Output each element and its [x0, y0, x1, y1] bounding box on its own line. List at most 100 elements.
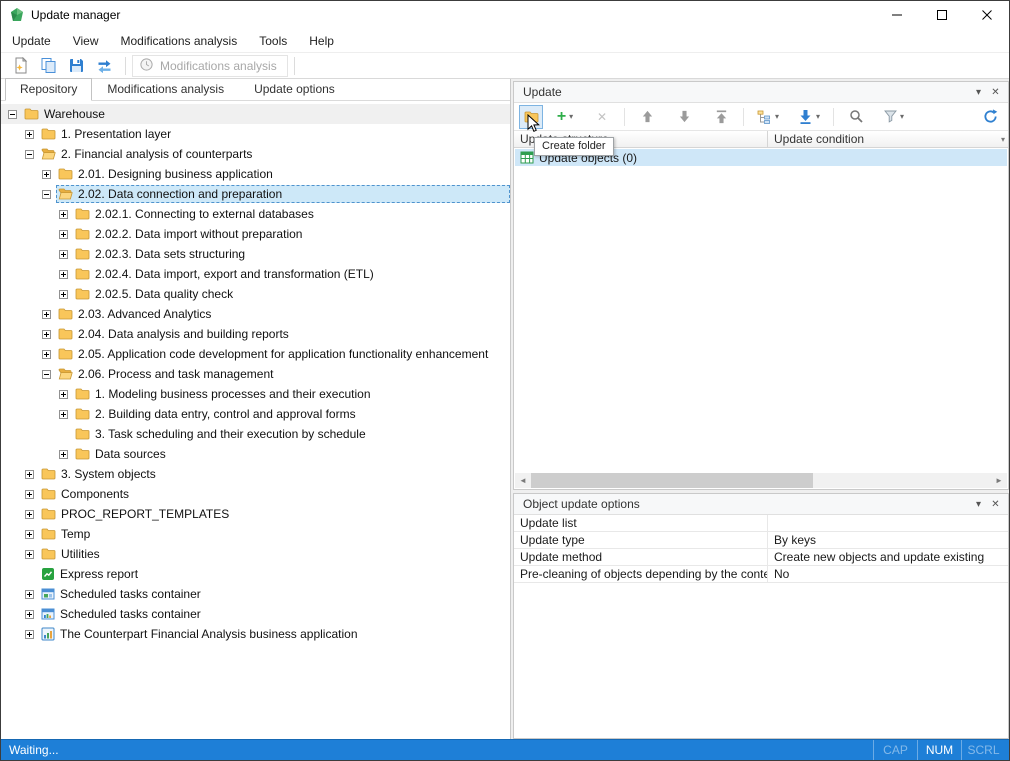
tree-item-express-report[interactable]: Express report	[1, 564, 510, 584]
collapse-icon[interactable]	[41, 190, 52, 199]
add-button[interactable]: +▾	[553, 105, 577, 129]
menu-tools[interactable]: Tools	[248, 29, 298, 52]
expand-icon[interactable]	[58, 230, 69, 239]
status-text: Waiting...	[9, 743, 59, 757]
chevron-down-icon[interactable]: ▾	[569, 112, 573, 121]
expand-icon[interactable]	[24, 490, 35, 499]
tree-item-2-financial-analysis-of-counterparts[interactable]: 2. Financial analysis of counterparts	[1, 144, 510, 164]
chevron-down-icon[interactable]: ▾	[775, 112, 779, 121]
tree-item-warehouse[interactable]: Warehouse	[1, 104, 510, 124]
tree-item-components[interactable]: Components	[1, 484, 510, 504]
expand-icon[interactable]	[41, 330, 52, 339]
chevron-down-icon[interactable]: ▾	[816, 112, 820, 121]
folder-icon	[75, 448, 90, 460]
tree-item-proc-report-templates[interactable]: PROC_REPORT_TEMPLATES	[1, 504, 510, 524]
tree-item-label: Warehouse	[44, 107, 105, 121]
collapse-icon[interactable]	[41, 370, 52, 379]
option-value[interactable]	[767, 515, 1008, 531]
tree-item-utilities[interactable]: Utilities	[1, 544, 510, 564]
tree-item-2-06-process-and-task-management[interactable]: 2.06. Process and task management	[1, 364, 510, 384]
tree-item-label: 2.01. Designing business application	[78, 167, 273, 181]
tree-item-2-01-designing-business-application[interactable]: 2.01. Designing business application	[1, 164, 510, 184]
copy-icon[interactable]	[35, 55, 61, 77]
expand-icon[interactable]	[58, 270, 69, 279]
refresh-button[interactable]	[978, 105, 1002, 129]
tree-item-label: The Counterpart Financial Analysis busin…	[60, 627, 358, 641]
option-value[interactable]: No	[767, 566, 1008, 582]
expand-icon[interactable]	[41, 350, 52, 359]
expand-icon[interactable]	[24, 590, 35, 599]
tab-repository[interactable]: Repository	[5, 78, 92, 101]
expand-icon[interactable]	[58, 390, 69, 399]
expand-icon[interactable]	[58, 450, 69, 459]
tree-item-temp[interactable]: Temp	[1, 524, 510, 544]
expand-icon[interactable]	[24, 510, 35, 519]
search-button[interactable]	[844, 105, 868, 129]
folder-icon	[41, 468, 56, 480]
panel-close-icon[interactable]: ✕	[987, 496, 1004, 512]
tree-item-3-task-scheduling-and-their-execution-by[interactable]: 3. Task scheduling and their execution b…	[1, 424, 510, 444]
expand-icon[interactable]	[24, 470, 35, 479]
expand-icon[interactable]	[58, 290, 69, 299]
tree-item-2-02-2-data-import-without-preparation[interactable]: 2.02.2. Data import without preparation	[1, 224, 510, 244]
horizontal-scrollbar[interactable]: ◄ ►	[515, 473, 1007, 488]
panel-menu-icon[interactable]: ▾	[970, 496, 987, 512]
maximize-button[interactable]	[919, 1, 964, 29]
save-icon[interactable]	[63, 55, 89, 77]
menu-view[interactable]: View	[62, 29, 110, 52]
tree-item-scheduled-tasks-container[interactable]: Scheduled tasks container	[1, 604, 510, 624]
sync-icon[interactable]	[91, 55, 117, 77]
collapse-icon[interactable]	[24, 150, 35, 159]
tree-item-data-sources[interactable]: Data sources	[1, 444, 510, 464]
expand-icon[interactable]	[58, 250, 69, 259]
column-update-condition[interactable]: Update condition	[767, 131, 1008, 147]
expand-icon[interactable]	[58, 210, 69, 219]
menu-help[interactable]: Help	[298, 29, 345, 52]
option-value[interactable]: By keys	[767, 532, 1008, 548]
option-value[interactable]: Create new objects and update existing	[767, 549, 1008, 565]
expand-icon[interactable]	[24, 610, 35, 619]
scroll-left-icon[interactable]: ◄	[515, 473, 531, 488]
tree-item-2-building-data-entry-control-and-approv[interactable]: 2. Building data entry, control and appr…	[1, 404, 510, 424]
chevron-down-icon[interactable]: ▾	[900, 112, 904, 121]
expand-icon[interactable]	[24, 530, 35, 539]
tree-item-scheduled-tasks-container[interactable]: Scheduled tasks container	[1, 584, 510, 604]
expand-icon[interactable]	[41, 170, 52, 179]
filter-button[interactable]: ▾	[881, 105, 907, 129]
menu-update[interactable]: Update	[1, 29, 62, 52]
tree-item-2-02-data-connection-and-preparation[interactable]: 2.02. Data connection and preparation	[1, 184, 510, 204]
expand-icon[interactable]	[24, 550, 35, 559]
collapse-icon[interactable]	[7, 110, 18, 119]
new-document-icon[interactable]	[7, 55, 33, 77]
tab-update-options[interactable]: Update options	[239, 78, 350, 101]
mouse-cursor	[527, 114, 540, 136]
expand-icon[interactable]	[41, 310, 52, 319]
scrollbar-thumb[interactable]	[531, 473, 813, 488]
menu-modifications-analysis[interactable]: Modifications analysis	[110, 29, 249, 52]
tab-modifications-analysis[interactable]: Modifications analysis	[92, 78, 239, 101]
tree-item-2-02-5-data-quality-check[interactable]: 2.02.5. Data quality check	[1, 284, 510, 304]
tree-item-1-modeling-business-processes-and-their-[interactable]: 1. Modeling business processes and their…	[1, 384, 510, 404]
tree-item-2-04-data-analysis-and-building-reports[interactable]: 2.04. Data analysis and building reports	[1, 324, 510, 344]
tree-item-2-02-1-connecting-to-external-databases[interactable]: 2.02.1. Connecting to external databases	[1, 204, 510, 224]
scrollbar-track[interactable]	[531, 473, 991, 488]
structure-button[interactable]: ▾	[754, 105, 782, 129]
scroll-right-icon[interactable]: ►	[991, 473, 1007, 488]
panel-close-icon[interactable]: ✕	[987, 84, 1004, 100]
close-button[interactable]	[964, 1, 1009, 29]
import-button[interactable]: ▾	[795, 105, 823, 129]
tree-item-2-03-advanced-analytics[interactable]: 2.03. Advanced Analytics	[1, 304, 510, 324]
expand-icon[interactable]	[24, 130, 35, 139]
tree-item-1-presentation-layer[interactable]: 1. Presentation layer	[1, 124, 510, 144]
tree-item-the-counterpart-financial-analysis-busin[interactable]: The Counterpart Financial Analysis busin…	[1, 624, 510, 644]
expand-icon[interactable]	[58, 410, 69, 419]
toolbar-separator	[833, 108, 834, 126]
tree-item-2-02-3-data-sets-structuring[interactable]: 2.02.3. Data sets structuring	[1, 244, 510, 264]
expand-icon[interactable]	[24, 630, 35, 639]
panel-menu-icon[interactable]: ▾	[970, 84, 987, 100]
tree-item-2-02-4-data-import-export-and-transforma[interactable]: 2.02.4. Data import, export and transfor…	[1, 264, 510, 284]
minimize-button[interactable]	[874, 1, 919, 29]
tree-item-3-system-objects[interactable]: 3. System objects	[1, 464, 510, 484]
tree-item-2-05-application-code-development-for-ap[interactable]: 2.05. Application code development for a…	[1, 344, 510, 364]
column-chooser-icon[interactable]: ▾	[1001, 135, 1005, 144]
